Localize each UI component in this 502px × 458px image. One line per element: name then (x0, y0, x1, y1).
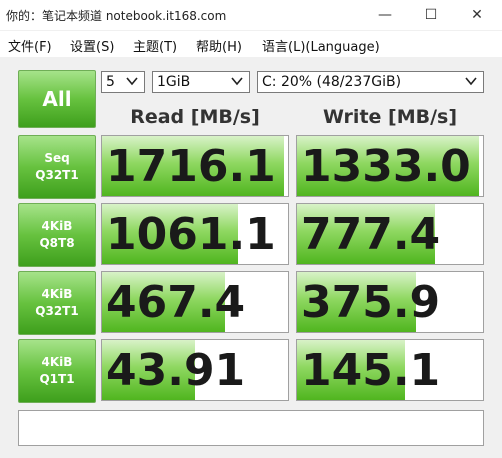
test-label-line2: Q1T1 (39, 372, 75, 386)
read-value: 1061.1 (106, 209, 276, 260)
test-label-line2: Q32T1 (35, 168, 79, 182)
write-result-4kib-q1t1: 145.1 (296, 339, 484, 401)
menu-theme[interactable]: 主题(T) (133, 36, 177, 55)
minimize-button[interactable]: — (362, 0, 408, 30)
4kib-q8t8-button[interactable]: 4KiB Q8T8 (18, 203, 96, 267)
test-label-line1: 4KiB (41, 355, 73, 369)
comment-field[interactable] (18, 410, 484, 446)
read-value: 43.91 (106, 345, 246, 396)
close-button[interactable]: ✕ (454, 0, 500, 30)
write-result-4kib-q32t1: 375.9 (296, 271, 484, 333)
chevron-down-icon (465, 77, 477, 86)
write-result-4kib-q8t8: 777.4 (296, 203, 484, 265)
chevron-down-icon (231, 77, 243, 86)
write-value: 1333.0 (301, 141, 471, 192)
write-value: 145.1 (301, 345, 441, 396)
write-value: 777.4 (301, 209, 441, 260)
test-label-line2: Q32T1 (35, 304, 79, 318)
test-label-line2: Q8T8 (39, 236, 75, 250)
drive-select[interactable]: C: 20% (48/237GiB) (257, 71, 484, 93)
seq-q32t1-button[interactable]: Seq Q32T1 (18, 135, 96, 199)
menu-settings[interactable]: 设置(S) (70, 36, 114, 55)
test-label-line1: 4KiB (41, 287, 73, 301)
read-value: 467.4 (106, 277, 246, 328)
test-size-value: 1GiB (157, 74, 191, 90)
menu-language[interactable]: 语言(L)(Language) (262, 36, 380, 55)
run-all-button[interactable]: All (18, 70, 96, 128)
menu-help[interactable]: 帮助(H) (196, 36, 242, 55)
read-result-4kib-q32t1: 467.4 (101, 271, 289, 333)
read-column-header: Read [MB/s] (130, 106, 260, 128)
write-value: 375.9 (301, 277, 441, 328)
write-result-seq-q32t1: 1333.0 (296, 135, 484, 197)
maximize-button[interactable]: ☐ (408, 0, 454, 30)
test-count-value: 5 (106, 74, 115, 90)
title-bar: 你的：笔记本频道 notebook.it168.com — ☐ ✕ (0, 0, 502, 30)
test-label-line1: 4KiB (41, 219, 73, 233)
read-result-seq-q32t1: 1716.1 (101, 135, 289, 197)
test-count-select[interactable]: 5 (101, 71, 145, 93)
write-column-header: Write [MB/s] (322, 106, 458, 128)
4kib-q32t1-button[interactable]: 4KiB Q32T1 (18, 271, 96, 335)
drive-value: C: 20% (48/237GiB) (262, 74, 402, 90)
read-value: 1716.1 (106, 141, 276, 192)
read-result-4kib-q1t1: 43.91 (101, 339, 289, 401)
test-label-line1: Seq (44, 151, 70, 165)
menu-bar: 文件(F) 设置(S) 主题(T) 帮助(H) 语言(L)(Language) (0, 31, 502, 57)
read-result-4kib-q8t8: 1061.1 (101, 203, 289, 265)
4kib-q1t1-button[interactable]: 4KiB Q1T1 (18, 339, 96, 403)
test-size-select[interactable]: 1GiB (152, 71, 250, 93)
menu-file[interactable]: 文件(F) (8, 36, 52, 55)
chevron-down-icon (126, 77, 138, 86)
window-title: 你的：笔记本频道 notebook.it168.com (6, 9, 227, 23)
